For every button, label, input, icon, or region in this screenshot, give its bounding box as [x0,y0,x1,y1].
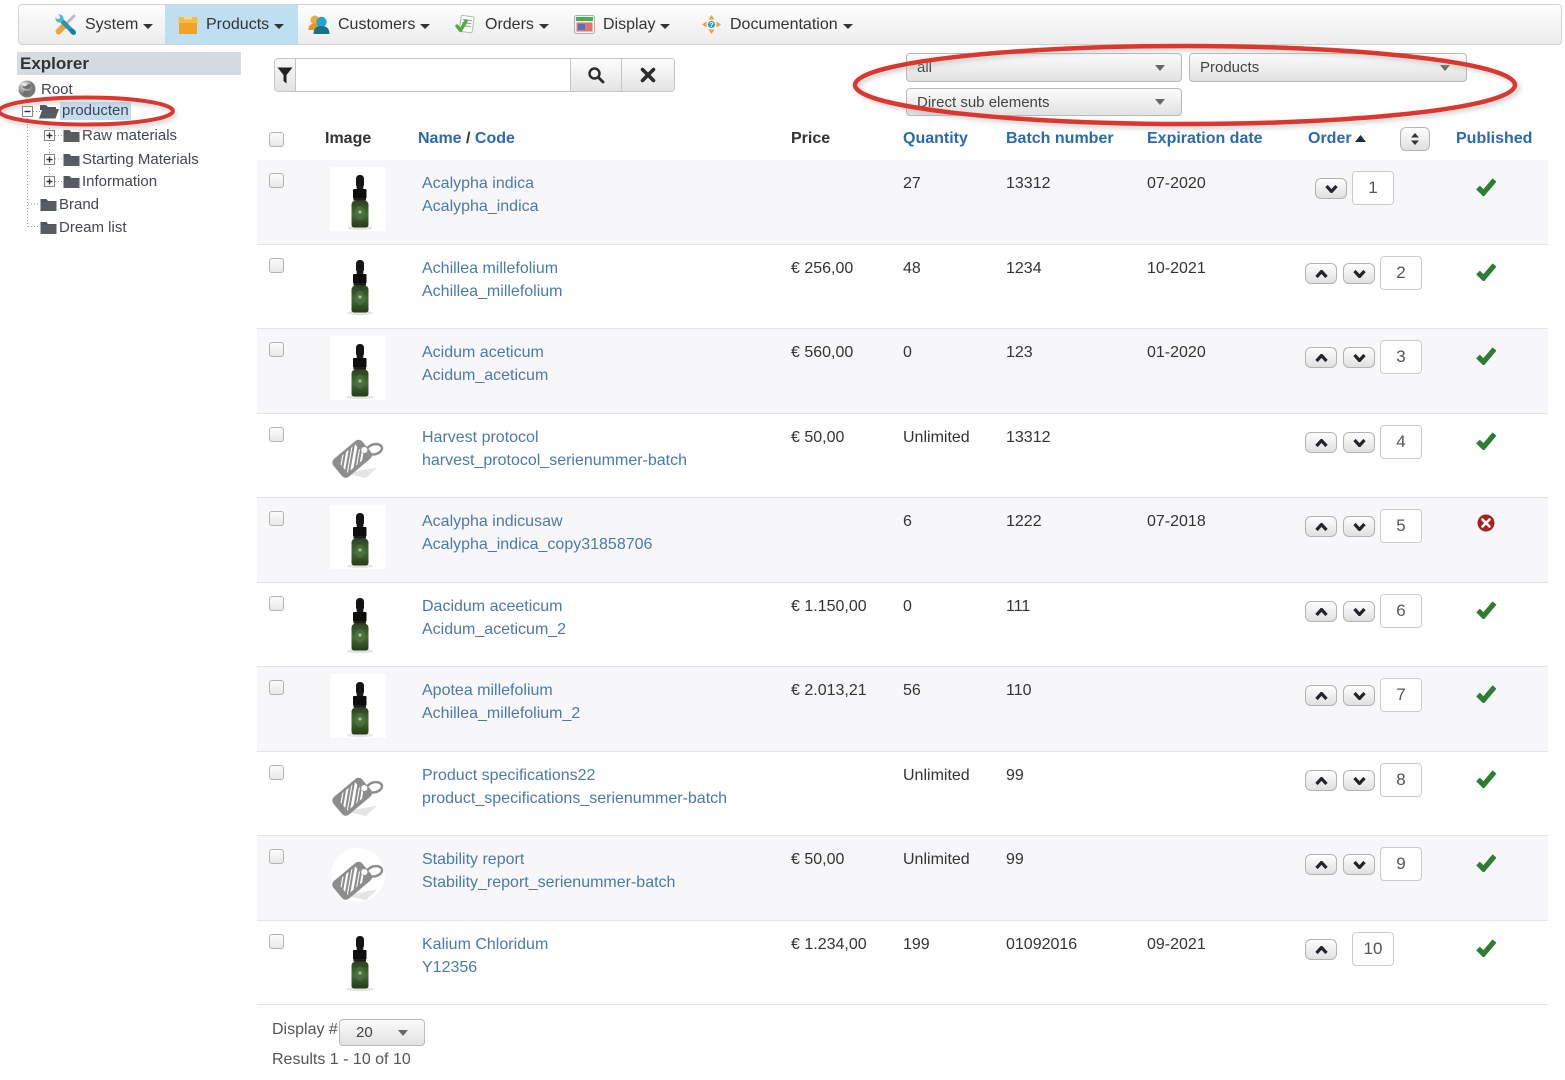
svg-text:?: ? [709,22,713,29]
